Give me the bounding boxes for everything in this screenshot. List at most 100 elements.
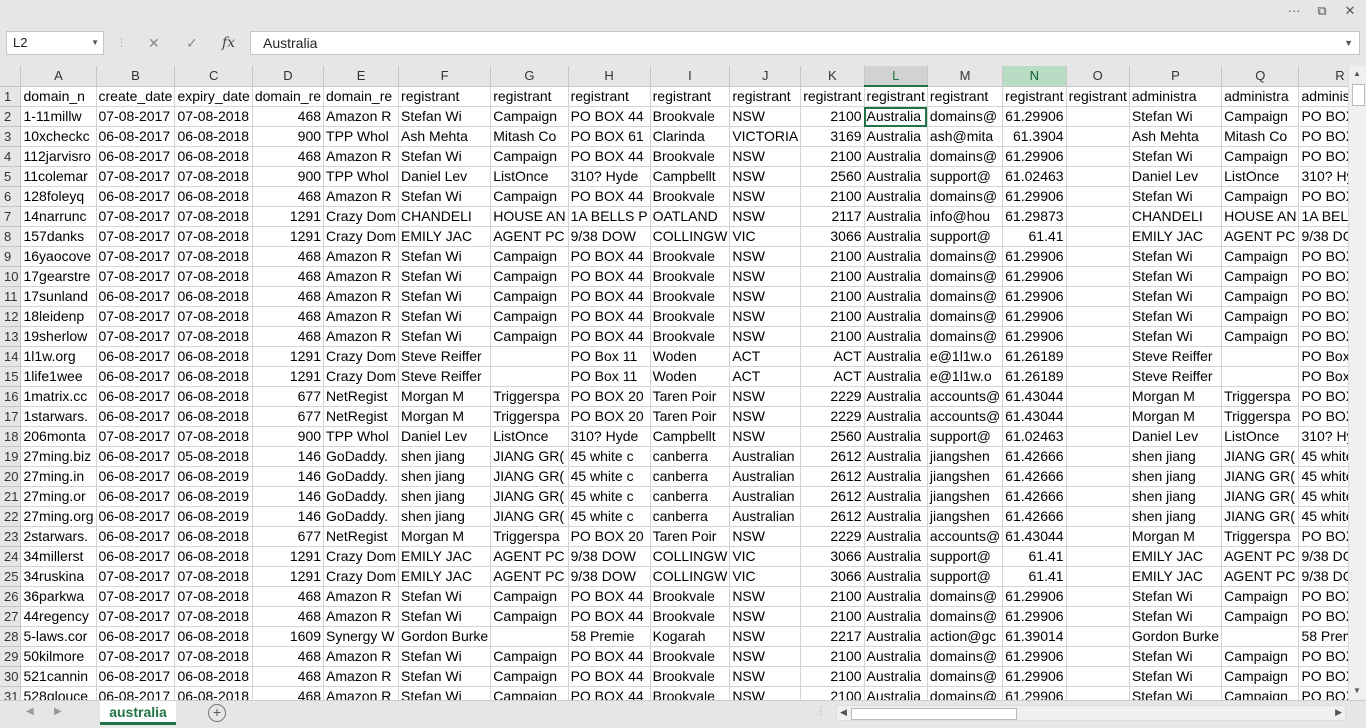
cell-a20[interactable]: 27ming.in xyxy=(20,466,97,487)
cell-p20[interactable]: shen jiang xyxy=(1129,466,1223,487)
cell-l6[interactable]: Australia xyxy=(864,186,928,207)
cell-p9[interactable]: Stefan Wi xyxy=(1129,246,1223,267)
cell-o12[interactable] xyxy=(1066,306,1130,327)
cell-o29[interactable] xyxy=(1066,646,1130,667)
cell-k10[interactable]: 2100 xyxy=(800,266,865,287)
cell-i4[interactable]: Brookvale xyxy=(650,146,731,167)
cell-f13[interactable]: Stefan Wi xyxy=(398,326,492,347)
cell-b12[interactable]: 07-08-2017 xyxy=(96,306,176,327)
cell-q12[interactable]: Campaign xyxy=(1221,306,1300,327)
cell-e27[interactable]: Amazon R xyxy=(323,606,400,627)
cell-e18[interactable]: TPP Whol xyxy=(323,426,400,447)
cell-b14[interactable]: 06-08-2017 xyxy=(96,346,176,367)
cell-d14[interactable]: 1291 xyxy=(252,346,325,367)
cell-k7[interactable]: 2117 xyxy=(800,206,865,227)
cell-c22[interactable]: 06-08-2019 xyxy=(174,506,253,527)
prev-sheet-icon[interactable]: ◀ xyxy=(26,706,34,717)
cell-m28[interactable]: action@gc xyxy=(927,626,1004,647)
cell-q16[interactable]: Triggerspa xyxy=(1221,386,1300,407)
cell-f3[interactable]: Ash Mehta xyxy=(398,126,492,147)
cell-i11[interactable]: Brookvale xyxy=(650,286,731,307)
cell-o9[interactable] xyxy=(1066,246,1130,267)
cell-g26[interactable]: Campaign xyxy=(490,586,569,607)
cell-d15[interactable]: 1291 xyxy=(252,366,325,387)
cell-l24[interactable]: Australia xyxy=(864,546,928,567)
scroll-up-icon[interactable]: ▲ xyxy=(1353,69,1361,78)
cell-n1[interactable]: registrant xyxy=(1002,86,1067,107)
cell-f4[interactable]: Stefan Wi xyxy=(398,146,492,167)
cell-a23[interactable]: 2starwars. xyxy=(20,526,97,547)
cell-n13[interactable]: 61.29906 xyxy=(1002,326,1067,347)
cell-h10[interactable]: PO BOX 44 xyxy=(568,266,651,287)
spreadsheet-grid[interactable]: ABCDEFGHIJKLMNOPQRSTU 1domain_ncreate_da… xyxy=(0,66,1348,700)
cell-e14[interactable]: Crazy Dom xyxy=(323,346,400,367)
cell-i22[interactable]: canberra xyxy=(650,506,731,527)
cell-e12[interactable]: Amazon R xyxy=(323,306,400,327)
cell-f27[interactable]: Stefan Wi xyxy=(398,606,492,627)
column-header-d[interactable]: D xyxy=(252,66,325,87)
cell-b9[interactable]: 07-08-2017 xyxy=(96,246,176,267)
cell-f15[interactable]: Steve Reiffer xyxy=(398,366,492,387)
cell-f20[interactable]: shen jiang xyxy=(398,466,492,487)
cell-f24[interactable]: EMILY JAC xyxy=(398,546,492,567)
cell-o4[interactable] xyxy=(1066,146,1130,167)
cell-p13[interactable]: Stefan Wi xyxy=(1129,326,1223,347)
cell-a17[interactable]: 1starwars. xyxy=(20,406,97,427)
cell-i24[interactable]: COLLINGW xyxy=(650,546,731,567)
cell-b23[interactable]: 06-08-2017 xyxy=(96,526,176,547)
cell-o26[interactable] xyxy=(1066,586,1130,607)
cell-e29[interactable]: Amazon R xyxy=(323,646,400,667)
add-sheet-icon[interactable]: + xyxy=(208,704,226,722)
cell-n11[interactable]: 61.29906 xyxy=(1002,286,1067,307)
column-header-i[interactable]: I xyxy=(650,66,731,87)
cell-e21[interactable]: GoDaddy. xyxy=(323,486,400,507)
vertical-scrollbar[interactable]: ▲ ▼ xyxy=(1348,66,1366,700)
cell-d24[interactable]: 1291 xyxy=(252,546,325,567)
cell-a13[interactable]: 19sherlow xyxy=(20,326,97,347)
cell-r23[interactable]: PO BOX 20 xyxy=(1298,526,1348,547)
column-header-f[interactable]: F xyxy=(398,66,492,87)
cell-f11[interactable]: Stefan Wi xyxy=(398,286,492,307)
cell-h26[interactable]: PO BOX 44 xyxy=(568,586,651,607)
cell-b5[interactable]: 07-08-2017 xyxy=(96,166,176,187)
cell-e1[interactable]: domain_re xyxy=(323,86,400,107)
cell-c4[interactable]: 06-08-2018 xyxy=(174,146,253,167)
cell-o15[interactable] xyxy=(1066,366,1130,387)
cell-i20[interactable]: canberra xyxy=(650,466,731,487)
cell-f14[interactable]: Steve Reiffer xyxy=(398,346,492,367)
cell-j20[interactable]: Australian xyxy=(729,466,802,487)
cell-g9[interactable]: Campaign xyxy=(490,246,569,267)
cell-m26[interactable]: domains@ xyxy=(927,586,1004,607)
cell-c10[interactable]: 07-08-2018 xyxy=(174,266,253,287)
cell-m10[interactable]: domains@ xyxy=(927,266,1004,287)
cell-q29[interactable]: Campaign xyxy=(1221,646,1300,667)
cell-i19[interactable]: canberra xyxy=(650,446,731,467)
cell-d13[interactable]: 468 xyxy=(252,326,325,347)
cell-q22[interactable]: JIANG GR( xyxy=(1221,506,1300,527)
cell-h1[interactable]: registrant xyxy=(568,86,651,107)
cell-l31[interactable]: Australia xyxy=(864,686,928,700)
cell-q15[interactable] xyxy=(1221,366,1300,387)
cell-r13[interactable]: PO BOX 44 xyxy=(1298,326,1348,347)
cell-f23[interactable]: Morgan M xyxy=(398,526,492,547)
cell-n3[interactable]: 61.3904 xyxy=(1002,126,1067,147)
cell-n23[interactable]: 61.43044 xyxy=(1002,526,1067,547)
cell-l14[interactable]: Australia xyxy=(864,346,928,367)
cell-d19[interactable]: 146 xyxy=(252,446,325,467)
cell-r19[interactable]: 45 white c xyxy=(1298,446,1348,467)
cell-f1[interactable]: registrant xyxy=(398,86,492,107)
cell-j22[interactable]: Australian xyxy=(729,506,802,527)
cell-g2[interactable]: Campaign xyxy=(490,106,569,127)
cell-c29[interactable]: 07-08-2018 xyxy=(174,646,253,667)
cell-m31[interactable]: domains@ xyxy=(927,686,1004,700)
cell-j30[interactable]: NSW xyxy=(729,666,802,687)
cell-q27[interactable]: Campaign xyxy=(1221,606,1300,627)
cell-g23[interactable]: Triggerspa xyxy=(490,526,569,547)
cell-k21[interactable]: 2612 xyxy=(800,486,865,507)
cell-h8[interactable]: 9/38 DOW xyxy=(568,226,651,247)
horizontal-scrollbar[interactable]: ◀ ▶ xyxy=(836,705,1346,721)
cell-k22[interactable]: 2612 xyxy=(800,506,865,527)
cell-c1[interactable]: expiry_date xyxy=(174,86,253,107)
cell-n22[interactable]: 61.42666 xyxy=(1002,506,1067,527)
cell-d27[interactable]: 468 xyxy=(252,606,325,627)
